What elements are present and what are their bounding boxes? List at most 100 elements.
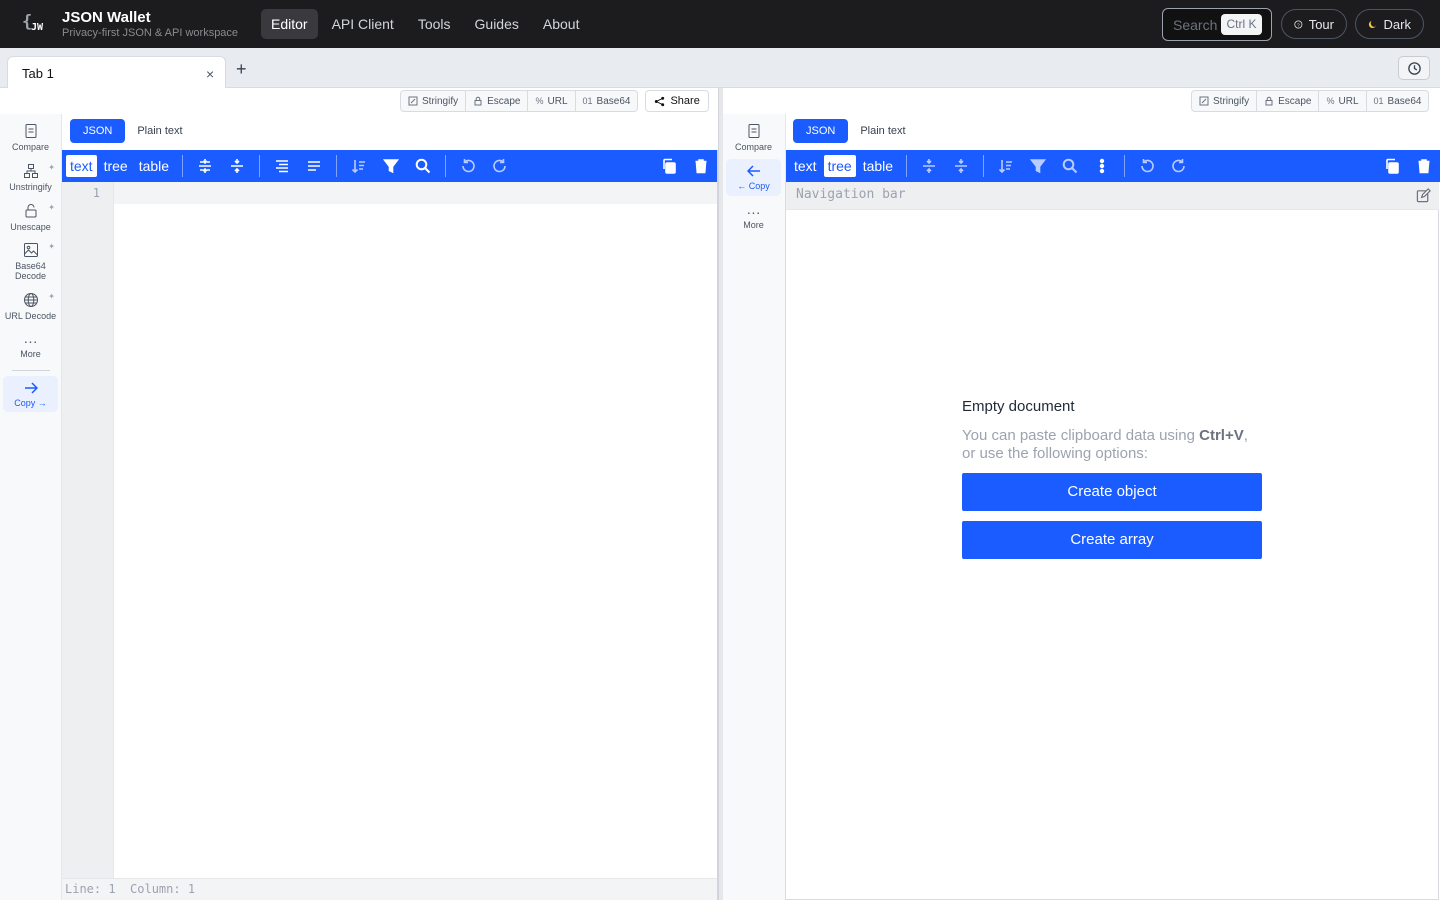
format-button[interactable] xyxy=(266,150,298,182)
unescape-button[interactable]: ✦ Unescape xyxy=(3,203,58,232)
copy-left-button[interactable]: ← Copy xyxy=(726,159,781,196)
redo-button[interactable] xyxy=(1163,150,1195,182)
more-button[interactable]: ··· More xyxy=(726,205,781,230)
search-shortcut: Ctrl K xyxy=(1221,14,1262,35)
more-label: More xyxy=(743,220,764,230)
escape-button[interactable]: Escape xyxy=(466,91,529,111)
nav-link-about[interactable]: About xyxy=(533,9,590,39)
stringify-icon xyxy=(1199,96,1209,106)
right-transform-row: Stringify Escape % URL 01 Base64 xyxy=(1191,90,1430,112)
base64-label: Base64 xyxy=(1387,95,1422,107)
filter-button[interactable] xyxy=(1022,150,1054,182)
line-number-gutter: 1 xyxy=(62,182,114,878)
nav-link-api-client[interactable]: API Client xyxy=(322,9,404,39)
mode-tab-json[interactable]: JSON xyxy=(70,119,126,143)
view-tab-table[interactable]: table xyxy=(859,155,897,177)
right-sidebar: Compare ← Copy ··· More xyxy=(723,114,786,900)
nav-link-editor[interactable]: Editor xyxy=(261,9,318,39)
more-options-button[interactable] xyxy=(1086,150,1118,182)
copy-icon xyxy=(1386,158,1399,174)
redo-button[interactable] xyxy=(484,150,516,182)
view-tab-tree[interactable]: tree xyxy=(100,155,132,177)
create-array-button[interactable]: Create array xyxy=(962,521,1262,559)
filter-button[interactable] xyxy=(375,150,407,182)
url-decode-button[interactable]: ✦ URL Decode xyxy=(3,292,58,321)
undo-button[interactable] xyxy=(452,150,484,182)
escape-button[interactable]: Escape xyxy=(1257,91,1320,111)
pin-icon[interactable]: ✦ xyxy=(48,163,55,172)
paste-shortcut: Ctrl+V xyxy=(1199,427,1244,444)
toolbar-separator xyxy=(259,155,261,177)
tab-bar: Tab 1 × + xyxy=(0,48,1440,89)
history-icon xyxy=(1407,61,1421,75)
expand-all-button[interactable] xyxy=(913,150,945,182)
stringify-icon xyxy=(408,96,418,106)
edit-icon[interactable] xyxy=(1416,188,1431,203)
add-tab-button[interactable]: + xyxy=(236,60,247,78)
create-object-button[interactable]: Create object xyxy=(962,473,1262,511)
search-input[interactable]: Search Ctrl K xyxy=(1162,8,1272,41)
base64-label: Base64 xyxy=(596,95,631,107)
pin-icon[interactable]: ✦ xyxy=(48,203,55,212)
collapse-all-button[interactable] xyxy=(221,150,253,182)
search-button[interactable] xyxy=(407,150,439,182)
lock-icon xyxy=(1265,96,1273,106)
url-button[interactable]: % URL xyxy=(1319,91,1367,111)
sort-button[interactable] xyxy=(343,150,375,182)
view-tab-text[interactable]: text xyxy=(66,155,97,177)
nav-link-guides[interactable]: Guides xyxy=(465,9,529,39)
undo-icon xyxy=(1141,159,1154,173)
toolbar-separator xyxy=(182,155,184,177)
view-tab-table[interactable]: table xyxy=(135,155,173,177)
code-editor[interactable] xyxy=(114,182,717,204)
more-button[interactable]: ··· More xyxy=(3,334,58,359)
tab-close-icon[interactable]: × xyxy=(206,66,214,82)
nav-link-tools[interactable]: Tools xyxy=(408,9,461,39)
pin-icon[interactable]: ✦ xyxy=(48,292,55,301)
trash-icon xyxy=(1418,159,1430,174)
compact-icon xyxy=(308,161,321,171)
search-button[interactable] xyxy=(1054,150,1086,182)
mode-tab-plain-text[interactable]: Plain text xyxy=(133,119,186,143)
pin-icon[interactable]: ✦ xyxy=(48,242,55,251)
search-placeholder: Search xyxy=(1173,17,1218,33)
stringify-button[interactable]: Stringify xyxy=(401,91,467,111)
clear-button[interactable] xyxy=(685,150,717,182)
lock-icon xyxy=(474,96,482,106)
format-icon xyxy=(276,160,289,173)
mode-tab-json[interactable]: JSON xyxy=(793,119,849,143)
compact-button[interactable] xyxy=(298,150,330,182)
left-transform-row: Stringify Escape % URL 01 Base64 Share xyxy=(400,90,709,112)
line-number: 1 xyxy=(92,186,100,200)
url-button[interactable]: % URL xyxy=(528,91,576,111)
logo[interactable]: { JW xyxy=(22,11,48,37)
view-tab-text[interactable]: text xyxy=(790,155,821,177)
share-button[interactable]: Share xyxy=(645,90,709,112)
base64-decode-button[interactable]: ✦ Base64 Decode xyxy=(3,242,58,281)
sort-button[interactable] xyxy=(990,150,1022,182)
history-button[interactable] xyxy=(1398,56,1430,80)
undo-button[interactable] xyxy=(1131,150,1163,182)
compare-button[interactable]: Compare xyxy=(3,123,58,152)
tab-1[interactable]: Tab 1 × xyxy=(7,56,226,89)
tour-button[interactable]: ? Tour xyxy=(1281,9,1347,39)
help-circle-icon: ? xyxy=(1294,20,1303,28)
unstringify-button[interactable]: ✦ Unstringify xyxy=(3,163,58,192)
navigation-bar[interactable]: Navigation bar xyxy=(786,182,1439,210)
base64-button[interactable]: 01 Base64 xyxy=(576,91,638,111)
empty-desc-text: You can paste clipboard data using xyxy=(962,427,1200,444)
stringify-button[interactable]: Stringify xyxy=(1192,91,1258,111)
compare-button[interactable]: Compare xyxy=(726,123,781,152)
collapse-all-button[interactable] xyxy=(945,150,977,182)
app-title: JSON Wallet xyxy=(62,9,151,26)
mode-tab-plain-text[interactable]: Plain text xyxy=(856,119,909,143)
base64-button[interactable]: 01 Base64 xyxy=(1367,91,1429,111)
view-tab-tree[interactable]: tree xyxy=(823,155,856,177)
copy-button[interactable] xyxy=(1376,150,1408,182)
expand-all-button[interactable] xyxy=(189,150,221,182)
theme-toggle-button[interactable]: Dark xyxy=(1355,9,1424,39)
copy-button[interactable] xyxy=(653,150,685,182)
copy-right-button[interactable]: Copy → xyxy=(3,376,58,412)
clear-button[interactable] xyxy=(1408,150,1440,182)
search-icon xyxy=(415,158,431,174)
